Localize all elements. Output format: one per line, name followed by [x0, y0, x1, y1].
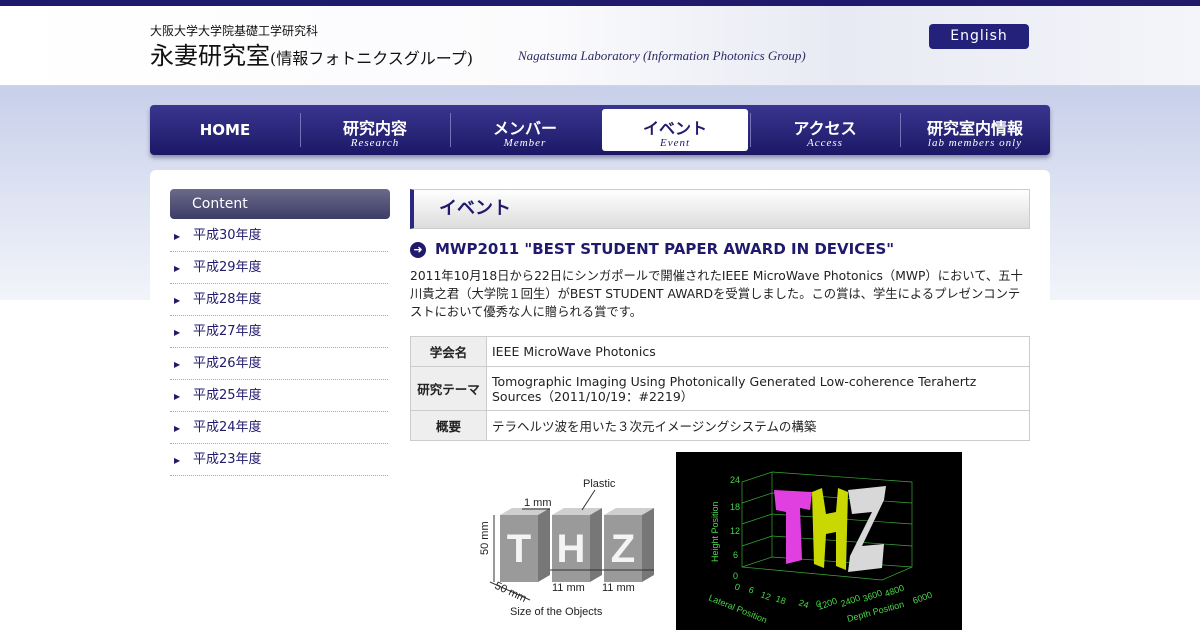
table-value: IEEE MicroWave Photonics — [486, 336, 1030, 367]
nav-sublabel: Access — [807, 137, 843, 149]
table-key: 概要 — [410, 410, 487, 441]
post-title-text: MWP2011 "BEST STUDENT PAPER AWARD IN DEV… — [435, 240, 895, 258]
sidebar-list: ▶ 平成30年度 ▶ 平成29年度 ▶ 平成28年度 ▶ 平成27年度 ▶ 平成26年度 … — [170, 220, 388, 476]
sidebar-item[interactable]: ▶ 平成28年度 — [170, 284, 388, 316]
sidebar-item-label: 平成28年度 — [193, 292, 262, 307]
y-tick: 0 — [733, 571, 738, 581]
lab-name[interactable]: 永妻研究室(情報フォトニクスグループ) — [150, 36, 473, 71]
table-value: テラヘルツ波を用いた３次元イメージングシステムの構築 — [486, 410, 1030, 441]
x-tick: 12 — [759, 589, 772, 602]
sidebar-item-label: 平成26年度 — [193, 356, 262, 371]
x-tick: 18 — [774, 593, 787, 606]
sidebar-item-label: 平成23年度 — [193, 452, 262, 467]
x-tick: 24 — [797, 597, 810, 610]
arrow-circle-icon: ➜ — [410, 242, 426, 258]
y-axis-label: Height Position — [710, 501, 720, 562]
nav-sublabel: Research — [350, 137, 400, 149]
chevron-right-icon: ▶ — [174, 328, 181, 337]
plate-letter: Z — [611, 527, 635, 571]
plate-h: H — [552, 508, 602, 582]
nav-label: HOME — [199, 121, 251, 139]
post-title: ➜ MWP2011 "BEST STUDENT PAPER AWARD IN DE… — [410, 240, 894, 258]
nav-label: アクセス — [793, 119, 857, 138]
object-z — [848, 486, 886, 572]
sidebar-heading: Content — [170, 189, 390, 219]
sidebar-item-label: 平成30年度 — [193, 228, 262, 243]
gap-label: 11 mm — [552, 582, 585, 594]
plate-z: Z — [604, 508, 654, 582]
y-tick: 24 — [730, 475, 740, 485]
chevron-right-icon: ▶ — [174, 232, 181, 241]
main-nav: HOME 研究内容 Research メンバー Member イベント Even… — [150, 105, 1050, 155]
sidebar-item[interactable]: ▶ 平成24年度 — [170, 412, 388, 444]
y-tick: 6 — [733, 550, 738, 560]
object-h — [812, 488, 848, 570]
figure-caption: Size of the Objects — [510, 606, 603, 618]
sidebar-item[interactable]: ▶ 平成30年度 — [170, 220, 388, 252]
lab-name-en: Nagatsuma Laboratory (Information Photon… — [518, 48, 806, 63]
sidebar-item-label: 平成25年度 — [193, 388, 262, 403]
thz-3d-image: Height Position 24 18 12 6 0 0 6 12 18 0… — [676, 452, 962, 630]
plate-letter: H — [557, 527, 586, 571]
gap-label: 11 mm — [602, 582, 635, 594]
table-row: 学会名 IEEE MicroWave Photonics — [410, 336, 1030, 367]
plastic-label: Plastic — [583, 478, 616, 490]
table-key: 研究テーマ — [410, 366, 487, 411]
nav-access[interactable]: アクセス Access — [750, 105, 900, 155]
nav-label: イベント — [642, 119, 707, 138]
nav-label: メンバー — [492, 119, 557, 138]
lab-name-jp: 永妻研究室 — [150, 42, 270, 70]
lab-name-sub: (情報フォトニクスグループ) — [270, 49, 474, 68]
sidebar-item[interactable]: ▶ 平成29年度 — [170, 252, 388, 284]
chevron-right-icon: ▶ — [174, 456, 181, 465]
nav-sublabel: lab members only — [927, 137, 1023, 149]
sidebar-item[interactable]: ▶ 平成26年度 — [170, 348, 388, 380]
sidebar-item[interactable]: ▶ 平成23年度 — [170, 444, 388, 476]
objects-size-figure: T H Z Plastic 1 mm 50 mm 50 mm 11 mm 11 … — [479, 478, 654, 618]
plate-letter: T — [507, 527, 531, 571]
y-tick: 18 — [730, 502, 740, 512]
z-tick: 6000 — [911, 590, 933, 606]
depth-label: 50 mm — [493, 580, 529, 605]
nav-sublabel: Member — [503, 137, 547, 149]
nav-label: 研究内容 — [342, 119, 407, 138]
z-tick: 3600 — [861, 588, 883, 604]
nav-research[interactable]: 研究内容 Research — [300, 105, 450, 155]
x-tick: 0 — [733, 581, 741, 592]
chevron-right-icon: ▶ — [174, 392, 181, 401]
nav-lab-info[interactable]: 研究室内情報 lab members only — [900, 105, 1050, 155]
object-t — [774, 490, 812, 564]
sidebar-item-label: 平成29年度 — [193, 260, 262, 275]
nav-member[interactable]: メンバー Member — [450, 105, 600, 155]
english-button[interactable]: English — [929, 24, 1029, 49]
chevron-right-icon: ▶ — [174, 360, 181, 369]
z-tick: 4800 — [883, 583, 905, 599]
nav-event[interactable]: イベント Event — [602, 109, 748, 151]
nav-home[interactable]: HOME — [150, 105, 300, 155]
sidebar-item-label: 平成24年度 — [193, 420, 262, 435]
page-title: イベント — [410, 189, 1030, 229]
thickness-label: 1 mm — [524, 497, 552, 509]
sidebar-item-label: 平成27年度 — [193, 324, 262, 339]
table-value: Tomographic Imaging Using Photonically G… — [486, 366, 1030, 411]
info-table: 学会名 IEEE MicroWave Photonics 研究テーマ Tomog… — [410, 336, 1030, 441]
chevron-right-icon: ▶ — [174, 424, 181, 433]
y-tick: 12 — [730, 526, 740, 536]
table-row: 研究テーマ Tomographic Imaging Using Photonic… — [410, 366, 1030, 411]
height-label: 50 mm — [479, 521, 491, 555]
chevron-right-icon: ▶ — [174, 264, 181, 273]
plate-t: T — [500, 508, 550, 582]
site-header: 大阪大学大学院基礎工学研究科 永妻研究室(情報フォトニクスグループ) Nagat… — [0, 6, 1200, 86]
table-row: 概要 テラヘルツ波を用いた３次元イメージングシステムの構築 — [410, 410, 1030, 441]
z-tick: 2400 — [839, 593, 861, 609]
sidebar-item[interactable]: ▶ 平成27年度 — [170, 316, 388, 348]
nav-sublabel: Event — [659, 137, 691, 149]
sidebar-item[interactable]: ▶ 平成25年度 — [170, 380, 388, 412]
x-tick: 6 — [747, 584, 755, 595]
chevron-right-icon: ▶ — [174, 296, 181, 305]
table-key: 学会名 — [410, 336, 487, 367]
post-body: 2011年10月18日から22日にシンガポールで開催されたIEEE MicroW… — [410, 269, 1023, 319]
nav-label: 研究室内情報 — [926, 119, 1023, 138]
